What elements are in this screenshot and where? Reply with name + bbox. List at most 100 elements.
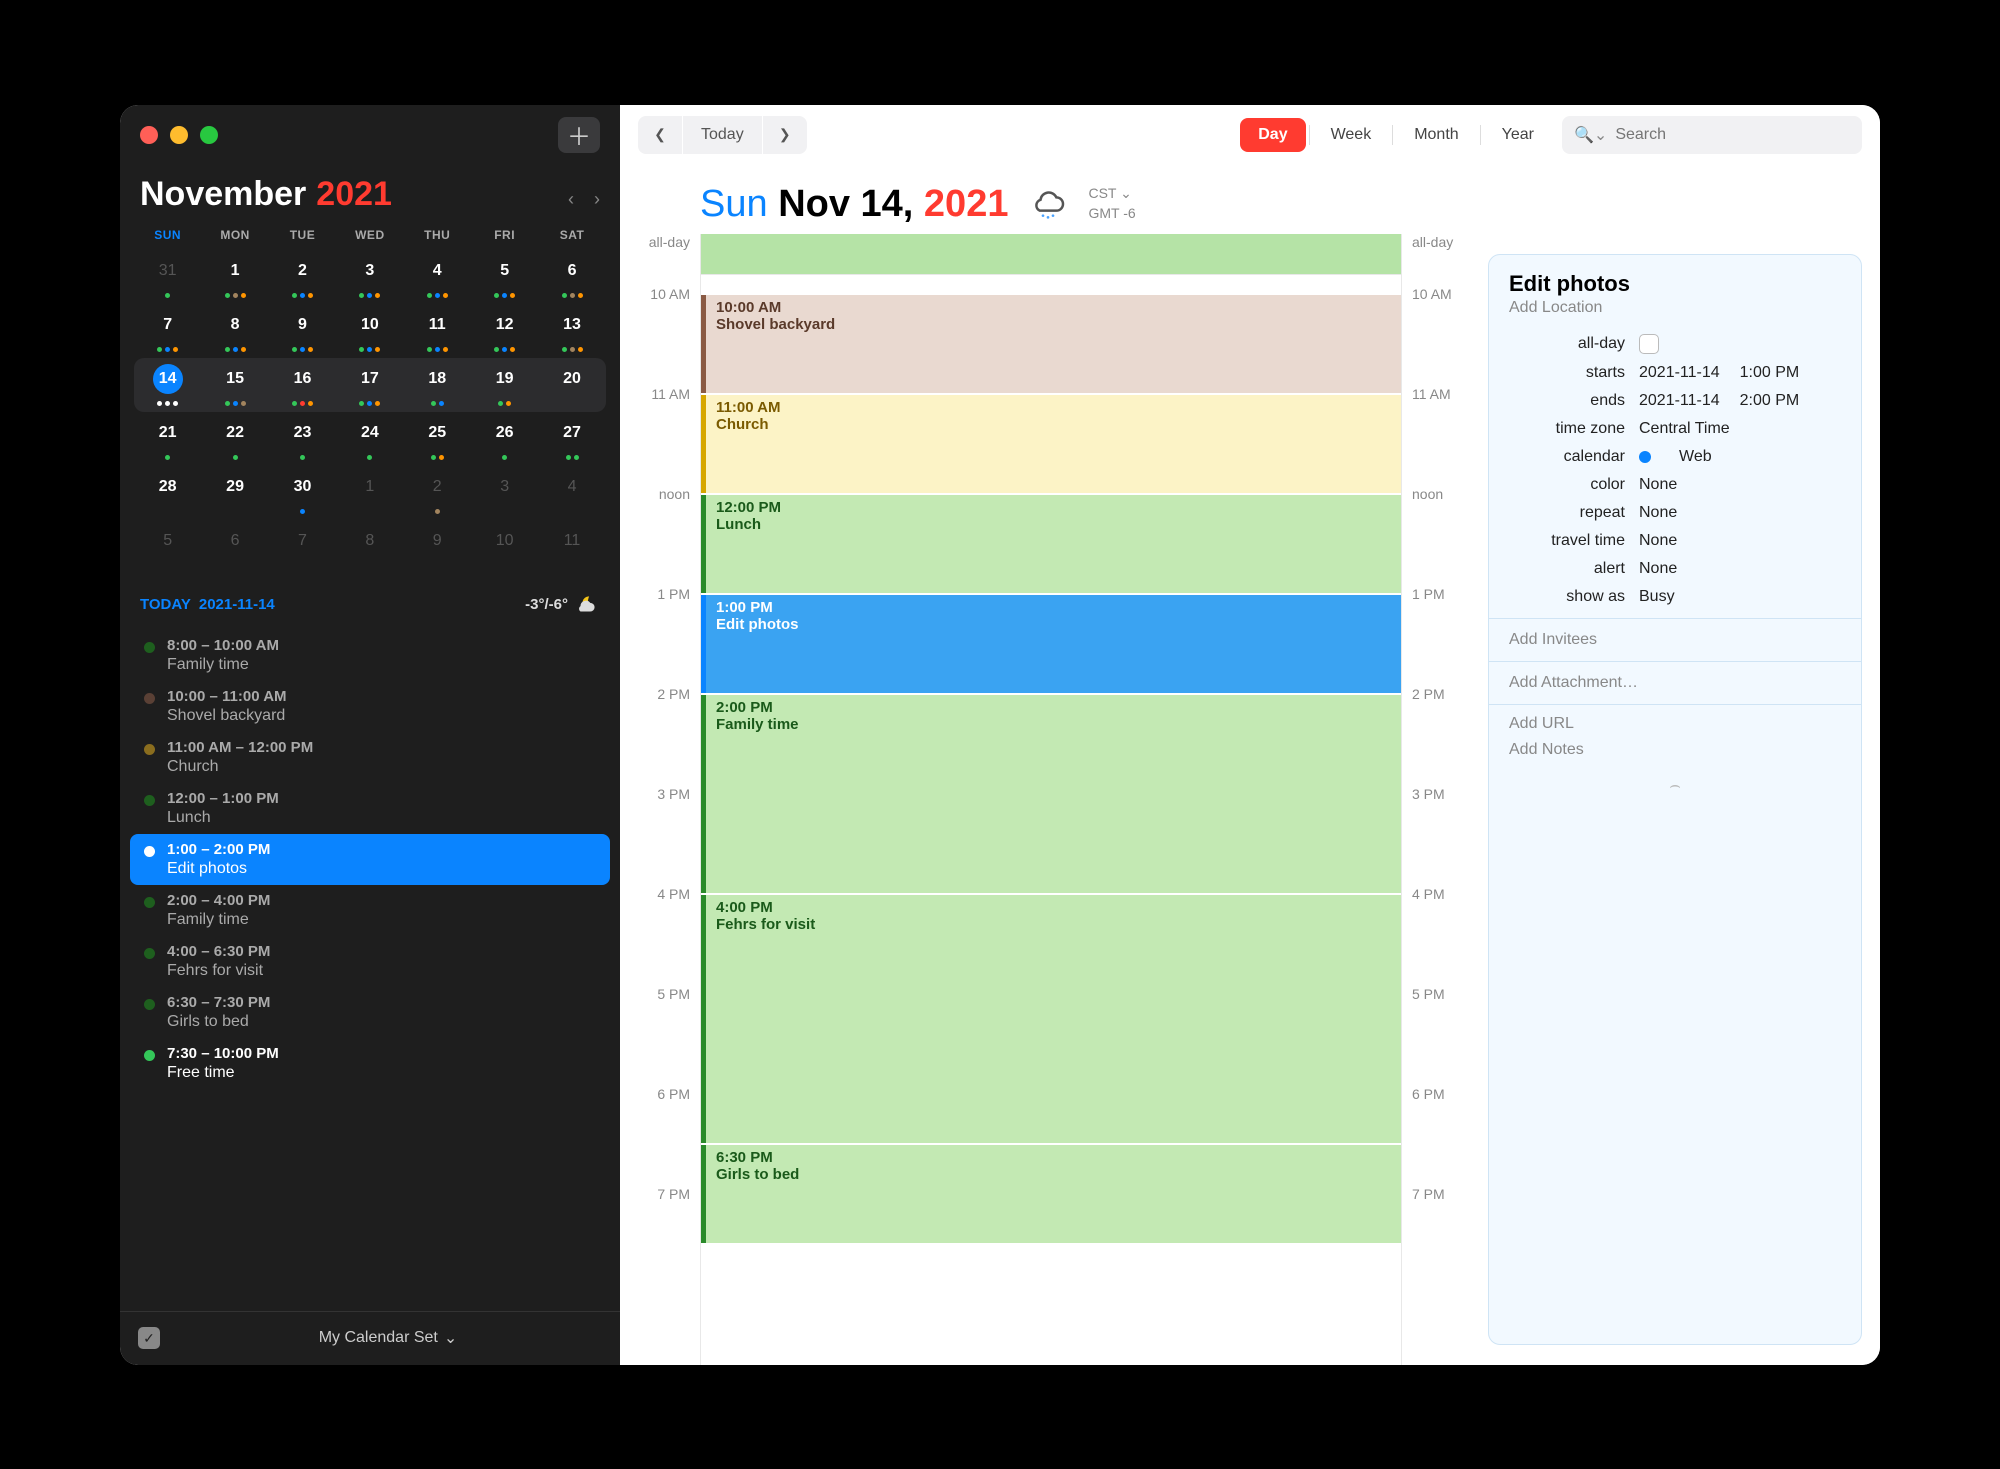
timeline-grid[interactable]: 10:00 AMShovel backyard11:00 AMChurch12:… <box>700 274 1402 1365</box>
view-tab-day[interactable]: Day <box>1240 118 1305 152</box>
search-box[interactable]: 🔍⌄ <box>1562 116 1862 154</box>
event-title: Fehrs for visit <box>716 916 1391 933</box>
inspector-location-field[interactable]: Add Location <box>1489 299 1861 329</box>
agenda-item[interactable]: 8:00 – 10:00 AMFamily time <box>130 630 610 681</box>
view-tab-year[interactable]: Year <box>1484 118 1552 152</box>
today-button[interactable]: Today <box>682 116 763 154</box>
notes-field[interactable] <box>1509 741 1841 759</box>
agenda-item[interactable]: 7:30 – 10:00 PMFree time <box>130 1038 610 1089</box>
ends-time[interactable]: 2:00 PM <box>1740 392 1800 410</box>
agenda-item[interactable]: 11:00 AM – 12:00 PMChurch <box>130 732 610 783</box>
next-day-button[interactable]: ❯ <box>763 116 807 154</box>
mini-day-cell[interactable]: 4 <box>538 466 605 520</box>
mini-day-cell[interactable]: 6 <box>538 250 605 304</box>
prev-month-button[interactable]: ‹ <box>568 189 574 210</box>
prev-day-button[interactable]: ❮ <box>638 116 682 154</box>
event-block[interactable]: 6:30 PMGirls to bed <box>701 1145 1401 1243</box>
ends-date[interactable]: 2021-11-14 <box>1639 392 1720 410</box>
timezone-info[interactable]: CST ⌄ GMT -6 <box>1088 184 1135 223</box>
view-tab-week[interactable]: Week <box>1313 118 1390 152</box>
calendar-set-picker[interactable]: My Calendar Set ⌄ <box>319 1328 458 1348</box>
mini-day-cell[interactable]: 1 <box>336 466 403 520</box>
mini-dow: THU <box>404 224 471 250</box>
add-attachment-action[interactable]: Add Attachment… <box>1489 662 1861 704</box>
mini-day-cell[interactable]: 13 <box>538 304 605 358</box>
color-value[interactable]: None <box>1639 476 1677 494</box>
mini-day-cell[interactable]: 26 <box>471 412 538 466</box>
showas-value[interactable]: Busy <box>1639 588 1675 606</box>
travel-value[interactable]: None <box>1639 532 1677 550</box>
mini-day-cell[interactable]: 4 <box>404 250 471 304</box>
mini-day-cell[interactable]: 8 <box>201 304 268 358</box>
collapse-handle-icon[interactable]: ⌢ <box>1489 769 1861 802</box>
minimize-button[interactable] <box>170 126 188 144</box>
agenda-item[interactable]: 2:00 – 4:00 PMFamily time <box>130 885 610 936</box>
close-button[interactable] <box>140 126 158 144</box>
mini-day-cell[interactable]: 7 <box>134 304 201 358</box>
alert-value[interactable]: None <box>1639 560 1677 578</box>
repeat-value[interactable]: None <box>1639 504 1677 522</box>
mini-day-cell[interactable]: 10 <box>336 304 403 358</box>
mini-day-cell[interactable]: 30 <box>269 466 336 520</box>
agenda-item[interactable]: 4:00 – 6:30 PMFehrs for visit <box>130 936 610 987</box>
agenda-item[interactable]: 12:00 – 1:00 PMLunch <box>130 783 610 834</box>
add-invitees-action[interactable]: Add Invitees <box>1489 619 1861 661</box>
allday-checkbox[interactable] <box>1639 334 1659 354</box>
today-date: 2021-11-14 <box>199 596 275 613</box>
event-block[interactable]: 2:00 PMFamily time <box>701 695 1401 893</box>
allday-events-area[interactable] <box>700 234 1402 274</box>
mini-day-cell[interactable]: 2 <box>404 466 471 520</box>
agenda-item[interactable]: 6:30 – 7:30 PMGirls to bed <box>130 987 610 1038</box>
mini-day-cell[interactable]: 9 <box>404 520 471 574</box>
starts-time[interactable]: 1:00 PM <box>1740 364 1800 382</box>
mini-day-cell[interactable]: 19 <box>471 358 538 412</box>
mini-day-cell[interactable]: 10 <box>471 520 538 574</box>
mini-day-cell[interactable]: 24 <box>336 412 403 466</box>
url-field[interactable] <box>1509 715 1841 733</box>
mini-day-cell[interactable]: 18 <box>404 358 471 412</box>
event-block[interactable]: 1:00 PMEdit photos <box>701 595 1401 693</box>
mini-day-cell[interactable]: 12 <box>471 304 538 358</box>
calendar-value[interactable]: Web <box>1639 448 1712 466</box>
mini-day-cell[interactable]: 25 <box>404 412 471 466</box>
mini-day-cell[interactable]: 1 <box>201 250 268 304</box>
mini-day-cell[interactable]: 2 <box>269 250 336 304</box>
search-input[interactable] <box>1615 126 1850 144</box>
inspector-event-title[interactable]: Edit photos <box>1489 255 1861 299</box>
agenda-item[interactable]: 1:00 – 2:00 PMEdit photos <box>130 834 610 885</box>
mini-day-cell[interactable]: 5 <box>134 520 201 574</box>
view-tab-month[interactable]: Month <box>1396 118 1476 152</box>
event-block[interactable]: 4:00 PMFehrs for visit <box>701 895 1401 1143</box>
mini-day-cell[interactable]: 3 <box>471 466 538 520</box>
mini-day-cell[interactable]: 27 <box>538 412 605 466</box>
mini-day-cell[interactable]: 7 <box>269 520 336 574</box>
mini-day-cell[interactable]: 6 <box>201 520 268 574</box>
agenda-item[interactable]: 10:00 – 11:00 AMShovel backyard <box>130 681 610 732</box>
mini-day-cell[interactable]: 22 <box>201 412 268 466</box>
mini-day-cell[interactable]: 21 <box>134 412 201 466</box>
mini-day-cell[interactable]: 28 <box>134 466 201 520</box>
event-block[interactable]: 11:00 AMChurch <box>701 395 1401 493</box>
tz-value[interactable]: Central Time <box>1639 420 1730 438</box>
mini-day-cell[interactable]: 11 <box>538 520 605 574</box>
fullscreen-button[interactable] <box>200 126 218 144</box>
mini-day-cell[interactable]: 17 <box>336 358 403 412</box>
mini-day-cell[interactable]: 11 <box>404 304 471 358</box>
mini-day-cell[interactable]: 8 <box>336 520 403 574</box>
mini-day-cell[interactable]: 14 <box>134 358 201 412</box>
mini-day-cell[interactable]: 23 <box>269 412 336 466</box>
mini-day-cell[interactable]: 29 <box>201 466 268 520</box>
event-block[interactable]: 12:00 PMLunch <box>701 495 1401 593</box>
mini-day-cell[interactable]: 20 <box>538 358 605 412</box>
mini-day-cell[interactable]: 15 <box>201 358 268 412</box>
mini-day-cell[interactable]: 9 <box>269 304 336 358</box>
calendars-toggle[interactable]: ✓ <box>138 1327 160 1349</box>
event-block[interactable]: 10:00 AMShovel backyard <box>701 295 1401 393</box>
starts-date[interactable]: 2021-11-14 <box>1639 364 1720 382</box>
add-event-button[interactable]: ＋ <box>558 117 600 153</box>
mini-day-cell[interactable]: 16 <box>269 358 336 412</box>
next-month-button[interactable]: › <box>594 189 600 210</box>
mini-day-cell[interactable]: 5 <box>471 250 538 304</box>
mini-day-cell[interactable]: 31 <box>134 250 201 304</box>
mini-day-cell[interactable]: 3 <box>336 250 403 304</box>
